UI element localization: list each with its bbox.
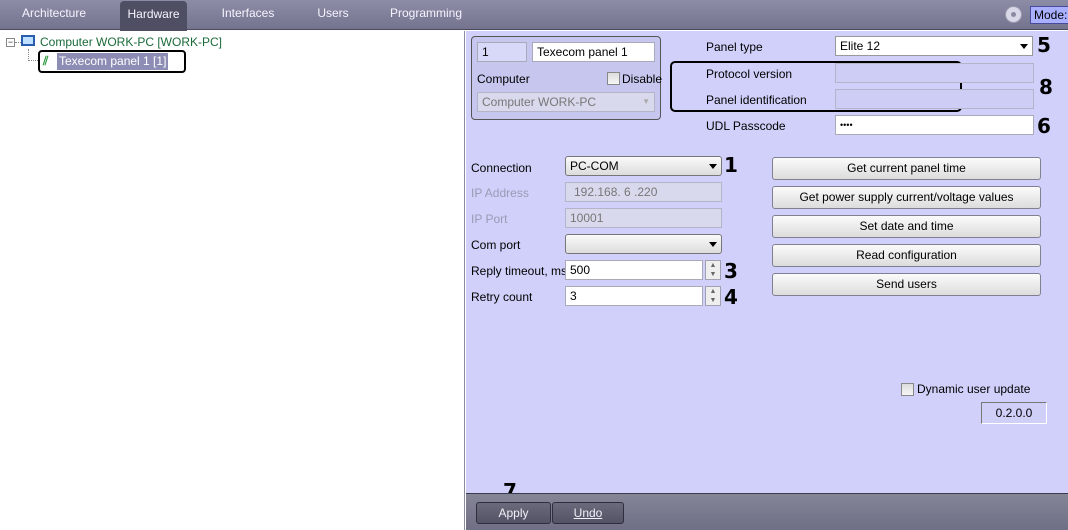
- chevron-down-icon: [1020, 44, 1028, 49]
- retry-count-spinner[interactable]: ▲ ▼: [705, 286, 721, 306]
- annotation-1: 1: [724, 153, 738, 177]
- top-tab-bar: Architecture Hardware Interfaces Users P…: [0, 0, 1068, 31]
- ip-address-field: 192.168. 6 .220: [565, 182, 722, 202]
- annotation-5: 5: [1037, 33, 1051, 57]
- tab-hardware[interactable]: Hardware: [120, 1, 187, 31]
- panel-type-value: Elite 12: [840, 39, 881, 53]
- ip-port-field: 10001: [565, 208, 722, 228]
- computer-label: Computer: [477, 72, 530, 86]
- connection-label: Connection: [471, 161, 532, 175]
- send-users-button[interactable]: Send users: [772, 273, 1041, 296]
- ip-address-label: IP Address: [471, 186, 529, 200]
- undo-button[interactable]: Undo: [552, 502, 624, 524]
- retry-count-field[interactable]: 3: [565, 286, 703, 306]
- object-name-field[interactable]: Texecom panel 1: [532, 42, 655, 62]
- up-arrow-icon[interactable]: ▲: [706, 287, 720, 296]
- settings-panel: 1 Texecom panel 1 Computer Disable Compu…: [466, 31, 1068, 503]
- tree-item-computer[interactable]: Computer WORK-PC [WORK-PC]: [40, 35, 222, 49]
- settings-gear-icon[interactable]: [1005, 6, 1022, 23]
- tab-interfaces[interactable]: Interfaces: [215, 0, 281, 30]
- connection-value: PC-COM: [570, 159, 619, 173]
- com-port-select[interactable]: [565, 234, 722, 254]
- protocol-version-field: [835, 63, 1034, 83]
- udl-passcode-label: UDL Passcode: [706, 119, 786, 133]
- panel-identification-field: [835, 89, 1034, 109]
- version-field: 0.2.0.0: [981, 402, 1047, 424]
- computer-icon: [21, 35, 35, 46]
- collapse-icon[interactable]: −: [6, 38, 15, 47]
- panel-identification-label: Panel identification: [706, 93, 807, 107]
- computer-select[interactable]: Computer WORK-PC ▼: [477, 92, 655, 112]
- dynamic-user-update-label: Dynamic user update: [917, 382, 1031, 396]
- com-port-label: Com port: [471, 238, 521, 252]
- tree-line: [28, 60, 38, 61]
- tab-users[interactable]: Users: [312, 0, 354, 30]
- annotation-3: 3: [724, 259, 738, 283]
- panel-icon: ⫽: [43, 54, 49, 68]
- dynamic-user-update-checkbox[interactable]: [901, 383, 914, 396]
- chevron-down-icon: ▼: [642, 97, 650, 106]
- down-arrow-icon[interactable]: ▼: [706, 270, 720, 279]
- panel-type-select[interactable]: Elite 12: [835, 36, 1033, 56]
- tab-programming[interactable]: Programming: [390, 0, 462, 30]
- reply-timeout-spinner[interactable]: ▲ ▼: [705, 260, 721, 280]
- computer-value: Computer WORK-PC: [482, 95, 597, 109]
- chevron-down-icon: [709, 242, 717, 247]
- reply-timeout-field[interactable]: 500: [565, 260, 703, 280]
- protocol-version-label: Protocol version: [706, 67, 793, 81]
- disable-checkbox[interactable]: [607, 72, 620, 85]
- panel-type-label: Panel type: [706, 40, 763, 54]
- ip-port-label: IP Port: [471, 212, 508, 226]
- mode-indicator[interactable]: Mode:: [1030, 6, 1068, 24]
- reply-timeout-label: Reply timeout, ms: [471, 264, 568, 278]
- get-current-panel-time-button[interactable]: Get current panel time: [772, 157, 1041, 180]
- udl-passcode-field[interactable]: ••••: [835, 115, 1034, 135]
- annotation-4: 4: [724, 285, 738, 309]
- annotation-6: 6: [1037, 114, 1051, 138]
- tab-architecture[interactable]: Architecture: [14, 0, 94, 30]
- annotation-8: 8: [1039, 75, 1053, 99]
- chevron-down-icon: [709, 164, 717, 169]
- object-id-field[interactable]: 1: [477, 42, 527, 62]
- bottom-bar: Apply Undo: [466, 493, 1068, 530]
- read-configuration-button[interactable]: Read configuration: [772, 244, 1041, 267]
- down-arrow-icon[interactable]: ▼: [706, 296, 720, 305]
- disable-label: Disable: [622, 72, 663, 86]
- apply-button[interactable]: Apply: [476, 502, 551, 524]
- retry-count-label: Retry count: [471, 290, 533, 304]
- get-power-supply-values-button[interactable]: Get power supply current/voltage values: [772, 186, 1041, 209]
- connection-select[interactable]: PC-COM: [565, 156, 722, 176]
- tree-item-texecom-panel[interactable]: Texecom panel 1 [1]: [57, 53, 169, 70]
- hardware-tree: − Computer WORK-PC [WORK-PC] ⫽ Texecom p…: [0, 31, 465, 530]
- set-date-time-button[interactable]: Set date and time: [772, 215, 1041, 238]
- up-arrow-icon[interactable]: ▲: [706, 261, 720, 270]
